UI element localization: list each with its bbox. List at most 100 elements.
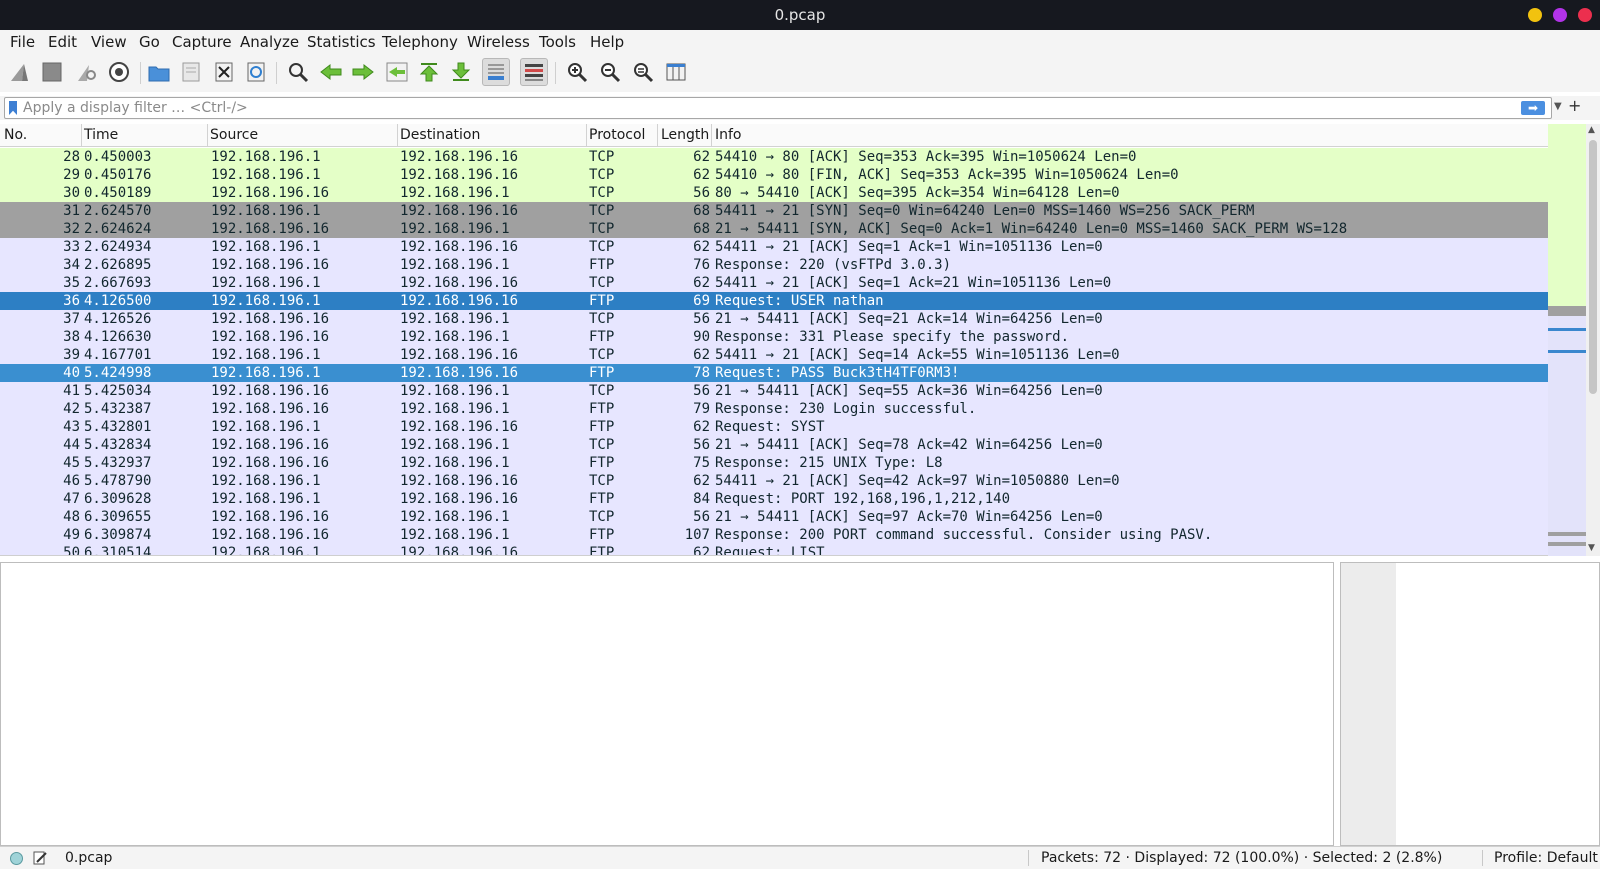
- menu-file[interactable]: File: [10, 33, 35, 51]
- save-file-icon[interactable]: [177, 58, 205, 86]
- maximize-button[interactable]: [1553, 8, 1567, 22]
- display-filter-input[interactable]: [23, 99, 1493, 117]
- table-row[interactable]: 36 4.126500 192.168.196.1 192.168.196.16 FTP…: [0, 292, 1548, 310]
- menu-go[interactable]: Go: [139, 33, 160, 51]
- menu-help[interactable]: Help: [590, 33, 624, 51]
- normal-size-icon[interactable]: [629, 58, 657, 86]
- close-window-button[interactable]: [1578, 8, 1592, 22]
- packet-details-pane[interactable]: [0, 562, 1334, 846]
- go-to-packet-icon[interactable]: [383, 58, 411, 86]
- autoscroll-icon[interactable]: [482, 58, 510, 86]
- table-row[interactable]: 39 4.167701 192.168.196.1 192.168.196.16 TCP…: [0, 346, 1548, 364]
- table-row[interactable]: 41 5.425034 192.168.196.16 192.168.196.1 TCP…: [0, 382, 1548, 400]
- scroll-up-icon[interactable]: ▲: [1588, 125, 1595, 135]
- menu-telephony[interactable]: Telephony: [382, 33, 458, 51]
- table-row[interactable]: 28 0.450003 192.168.196.1 192.168.196.16 TCP…: [0, 148, 1548, 166]
- menu-tools[interactable]: Tools: [539, 33, 576, 51]
- go-forward-icon[interactable]: [349, 58, 377, 86]
- packet-info: 54410 → 80 [ACK] Seq=353 Ack=395 Win=105…: [715, 149, 1137, 165]
- find-packet-icon[interactable]: [284, 58, 312, 86]
- packet-protocol: FTP: [589, 257, 615, 273]
- column-divider[interactable]: [81, 124, 82, 146]
- table-row[interactable]: 45 5.432937 192.168.196.16 192.168.196.1 FTP…: [0, 454, 1548, 472]
- status-bar: 0.pcap Packets: 72 · Displayed: 72 (100.…: [0, 846, 1600, 869]
- resize-columns-icon[interactable]: [662, 58, 690, 86]
- table-row[interactable]: 40 5.424998 192.168.196.1 192.168.196.16 FTP…: [0, 364, 1548, 382]
- options-gear-icon[interactable]: [105, 58, 133, 86]
- status-separator: [1028, 850, 1029, 866]
- column-divider[interactable]: [711, 124, 712, 146]
- menu-analyze[interactable]: Analyze: [240, 33, 299, 51]
- scrollbar-thumb[interactable]: [1589, 140, 1597, 394]
- packet-source: 192.168.196.1: [211, 149, 321, 165]
- table-row[interactable]: 33 2.624934 192.168.196.1 192.168.196.16 TCP…: [0, 238, 1548, 256]
- table-row[interactable]: 29 0.450176 192.168.196.1 192.168.196.16 TCP…: [0, 166, 1548, 184]
- packet-destination: 192.168.196.1: [400, 311, 510, 327]
- column-header-protocol[interactable]: Protocol: [589, 127, 645, 143]
- column-divider[interactable]: [586, 124, 587, 146]
- packet-source: 192.168.196.16: [211, 185, 330, 201]
- table-row[interactable]: 47 6.309628 192.168.196.1 192.168.196.16 FTP…: [0, 490, 1548, 508]
- packet-number: 34: [63, 257, 80, 273]
- table-row[interactable]: 49 6.309874 192.168.196.16 192.168.196.1 FTP…: [0, 526, 1548, 544]
- table-row[interactable]: 42 5.432387 192.168.196.16 192.168.196.1 FTP…: [0, 400, 1548, 418]
- table-row[interactable]: 50 6.310514 192.168.196.1 192.168.196.16 FTP…: [0, 544, 1548, 555]
- table-row[interactable]: 38 4.126630 192.168.196.16 192.168.196.1 FTP…: [0, 328, 1548, 346]
- packet-number: 47: [63, 491, 80, 507]
- column-header-time[interactable]: Time: [84, 127, 118, 143]
- expert-info-led-icon[interactable]: [10, 852, 23, 865]
- packet-protocol: TCP: [589, 509, 615, 525]
- table-row[interactable]: 34 2.626895 192.168.196.16 192.168.196.1 FTP…: [0, 256, 1548, 274]
- column-divider[interactable]: [397, 124, 398, 146]
- scroll-down-icon[interactable]: ▼: [1588, 543, 1595, 553]
- capture-comment-icon[interactable]: [33, 851, 47, 869]
- menu-edit[interactable]: Edit: [48, 33, 77, 51]
- reload-icon[interactable]: [242, 58, 270, 86]
- filter-dropdown-icon[interactable]: ▼: [1554, 101, 1562, 112]
- menu-capture[interactable]: Capture: [172, 33, 232, 51]
- table-row[interactable]: 37 4.126526 192.168.196.16 192.168.196.1 TCP…: [0, 310, 1548, 328]
- column-divider[interactable]: [657, 124, 658, 146]
- column-divider[interactable]: [207, 124, 208, 146]
- table-row[interactable]: 31 2.624570 192.168.196.1 192.168.196.16 TCP…: [0, 202, 1548, 220]
- packet-minimap[interactable]: [1548, 124, 1586, 556]
- bookmark-icon[interactable]: [9, 101, 17, 115]
- column-header-no[interactable]: No.: [4, 127, 27, 143]
- add-filter-button[interactable]: +: [1568, 96, 1581, 115]
- packet-source: 192.168.196.1: [211, 203, 321, 219]
- minimize-button[interactable]: [1528, 8, 1542, 22]
- table-row[interactable]: 35 2.667693 192.168.196.1 192.168.196.16 TCP…: [0, 274, 1548, 292]
- last-packet-icon[interactable]: [447, 58, 475, 86]
- open-folder-icon[interactable]: [145, 58, 173, 86]
- table-row[interactable]: 48 6.309655 192.168.196.16 192.168.196.1 TCP…: [0, 508, 1548, 526]
- packet-destination: 192.168.196.16: [400, 275, 519, 291]
- zoom-in-icon[interactable]: [563, 58, 591, 86]
- stop-square-icon[interactable]: [38, 58, 66, 86]
- colorize-icon[interactable]: [520, 58, 548, 86]
- table-row[interactable]: 32 2.624624 192.168.196.16 192.168.196.1 TCP…: [0, 220, 1548, 238]
- restart-fin-icon[interactable]: [72, 58, 100, 86]
- zoom-out-icon[interactable]: [596, 58, 624, 86]
- close-file-icon[interactable]: [210, 58, 238, 86]
- packet-list-scrollbar[interactable]: ▲ ▼: [1586, 124, 1600, 556]
- go-back-icon[interactable]: [317, 58, 345, 86]
- menu-statistics[interactable]: Statistics: [307, 33, 376, 51]
- table-row[interactable]: 43 5.432801 192.168.196.1 192.168.196.16 FTP…: [0, 418, 1548, 436]
- status-profile[interactable]: Profile: Default: [1494, 850, 1598, 866]
- first-packet-icon[interactable]: [415, 58, 443, 86]
- table-row[interactable]: 46 5.478790 192.168.196.1 192.168.196.16 TCP…: [0, 472, 1548, 490]
- column-header-length[interactable]: Length: [661, 127, 709, 143]
- column-header-destination[interactable]: Destination: [400, 127, 480, 143]
- table-row[interactable]: 44 5.432834 192.168.196.16 192.168.196.1 TCP…: [0, 436, 1548, 454]
- menu-view[interactable]: View: [91, 33, 127, 51]
- packet-length: 69: [693, 293, 710, 309]
- table-row[interactable]: 30 0.450189 192.168.196.16 192.168.196.1 TCP…: [0, 184, 1548, 202]
- apply-filter-arrow-icon[interactable]: ➡: [1521, 101, 1545, 115]
- column-header-info[interactable]: Info: [715, 127, 742, 143]
- shark-fin-start-icon[interactable]: [6, 58, 34, 86]
- packet-source: 192.168.196.1: [211, 491, 321, 507]
- column-header-source[interactable]: Source: [210, 127, 258, 143]
- packet-bytes-pane[interactable]: [1340, 562, 1600, 846]
- status-separator: [1482, 850, 1483, 866]
- menu-wireless[interactable]: Wireless: [467, 33, 530, 51]
